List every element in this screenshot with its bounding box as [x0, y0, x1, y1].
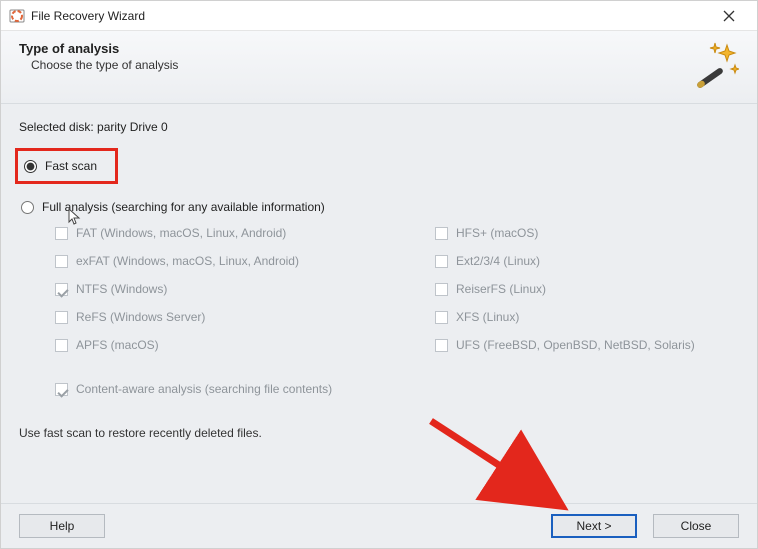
selected-disk-label: Selected disk: parity Drive 0	[19, 120, 739, 134]
fast-scan-radio[interactable]: Fast scan	[22, 155, 99, 177]
filesystem-options: FAT (Windows, macOS, Linux, Android) HFS…	[55, 226, 739, 352]
fs-label: FAT (Windows, macOS, Linux, Android)	[76, 226, 286, 240]
header-heading: Type of analysis	[19, 41, 691, 56]
app-icon	[9, 8, 25, 24]
checkbox-icon	[55, 339, 68, 352]
checkbox-icon	[55, 283, 68, 296]
fs-label: ReiserFS (Linux)	[456, 282, 546, 296]
fast-scan-radio-label: Fast scan	[45, 159, 97, 173]
close-button[interactable]: Close	[653, 514, 739, 538]
close-button-label: Close	[681, 519, 712, 533]
wizard-footer: Help Next > Close	[1, 503, 757, 548]
wizard-wand-icon	[691, 41, 739, 89]
checkbox-icon	[435, 283, 448, 296]
fs-option-hfs: HFS+ (macOS)	[435, 226, 739, 240]
fs-option-xfs: XFS (Linux)	[435, 310, 739, 324]
checkbox-icon	[435, 227, 448, 240]
fast-scan-radio-input[interactable]	[24, 160, 37, 173]
full-analysis-radio-input[interactable]	[21, 201, 34, 214]
full-analysis-radio-label: Full analysis (searching for any availab…	[42, 200, 325, 214]
content-aware-option: Content-aware analysis (searching file c…	[55, 382, 739, 396]
fs-option-exfat: exFAT (Windows, macOS, Linux, Android)	[55, 254, 435, 268]
next-button-label: Next >	[576, 519, 611, 533]
next-button[interactable]: Next >	[551, 514, 637, 538]
header-subtitle: Choose the type of analysis	[31, 58, 691, 72]
checkbox-icon	[55, 227, 68, 240]
checkbox-icon	[55, 383, 68, 396]
fs-option-apfs: APFS (macOS)	[55, 338, 435, 352]
fs-option-ext: Ext2/3/4 (Linux)	[435, 254, 739, 268]
window-close-button[interactable]	[709, 2, 749, 30]
help-button-label: Help	[50, 519, 75, 533]
fs-label: NTFS (Windows)	[76, 282, 167, 296]
help-button[interactable]: Help	[19, 514, 105, 538]
hint-text: Use fast scan to restore recently delete…	[19, 426, 739, 440]
fs-label: ReFS (Windows Server)	[76, 310, 205, 324]
checkbox-icon	[435, 339, 448, 352]
fs-option-ntfs: NTFS (Windows)	[55, 282, 435, 296]
fs-label: exFAT (Windows, macOS, Linux, Android)	[76, 254, 299, 268]
checkbox-icon	[55, 311, 68, 324]
wizard-content: Selected disk: parity Drive 0 Fast scan …	[1, 104, 757, 440]
checkbox-icon	[55, 255, 68, 268]
fs-label: HFS+ (macOS)	[456, 226, 538, 240]
content-aware-label: Content-aware analysis (searching file c…	[76, 382, 332, 396]
fs-label: APFS (macOS)	[76, 338, 159, 352]
title-bar: File Recovery Wizard	[1, 1, 757, 31]
fs-option-refs: ReFS (Windows Server)	[55, 310, 435, 324]
checkbox-icon	[435, 255, 448, 268]
wizard-header: Type of analysis Choose the type of anal…	[1, 31, 757, 104]
fs-option-fat: FAT (Windows, macOS, Linux, Android)	[55, 226, 435, 240]
checkbox-icon	[435, 311, 448, 324]
fast-scan-highlight: Fast scan	[15, 148, 118, 184]
full-analysis-radio[interactable]: Full analysis (searching for any availab…	[19, 196, 739, 218]
fs-label: Ext2/3/4 (Linux)	[456, 254, 540, 268]
fs-label: XFS (Linux)	[456, 310, 519, 324]
fs-option-ufs: UFS (FreeBSD, OpenBSD, NetBSD, Solaris)	[435, 338, 739, 352]
fs-option-reiserfs: ReiserFS (Linux)	[435, 282, 739, 296]
fs-label: UFS (FreeBSD, OpenBSD, NetBSD, Solaris)	[456, 338, 695, 352]
window-title: File Recovery Wizard	[31, 9, 709, 23]
